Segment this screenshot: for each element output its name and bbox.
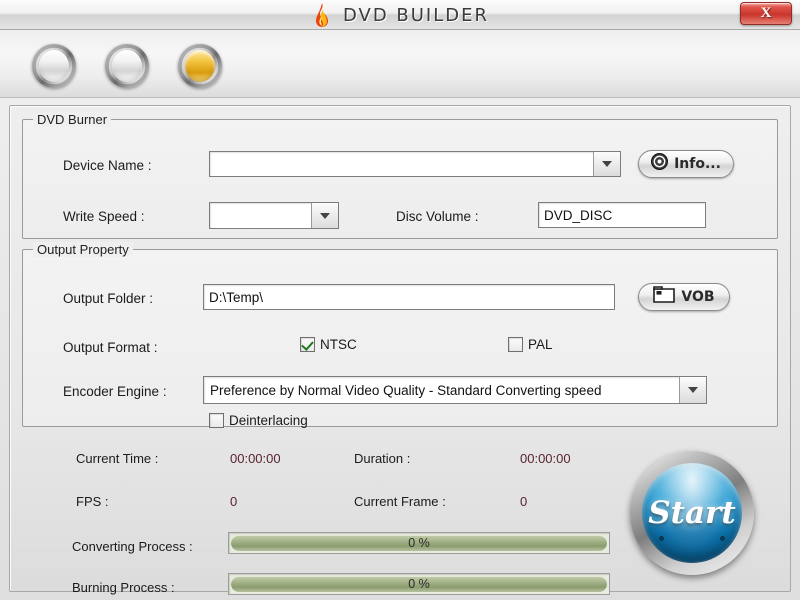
duration-label: Duration : [354, 451, 411, 466]
device-name-input[interactable] [210, 152, 593, 176]
pal-label: PAL [528, 337, 553, 352]
disc-icon [112, 50, 142, 82]
chevron-down-icon[interactable] [311, 203, 338, 228]
fps-label: FPS : [76, 494, 109, 509]
disc-icon [651, 153, 669, 175]
encoder-engine-label: Encoder Engine : [63, 384, 167, 399]
deinterlacing-label: Deinterlacing [229, 413, 308, 428]
close-button[interactable]: X [740, 2, 792, 25]
title-bar: DVD BUILDER X [0, 0, 800, 30]
start-button-label: Start [648, 495, 736, 531]
toolbar-disc-button-3[interactable] [178, 44, 222, 88]
burning-progress-text: 0 % [408, 577, 430, 591]
close-icon: X [760, 5, 772, 21]
write-speed-input[interactable] [210, 203, 311, 228]
disc-icon-active [185, 50, 215, 82]
toolbar-disc-button-2[interactable] [105, 44, 149, 88]
device-name-combo[interactable] [209, 151, 621, 177]
chevron-down-icon[interactable] [593, 152, 620, 176]
converting-progress-bar: 0 % [228, 532, 610, 554]
ntsc-label: NTSC [320, 337, 357, 352]
converting-process-label: Converting Process : [72, 539, 193, 554]
info-button-label: Info... [674, 156, 721, 172]
deinterlacing-checkbox[interactable]: Deinterlacing [209, 413, 308, 428]
output-property-legend: Output Property [33, 242, 133, 257]
device-name-label: Device Name : [63, 158, 152, 173]
toolbar-disc-button-1[interactable] [32, 44, 76, 88]
output-folder-label: Output Folder : [63, 291, 154, 306]
ntsc-checkbox[interactable]: NTSC [300, 337, 357, 352]
vob-button-label: VOB [681, 289, 715, 305]
info-button[interactable]: Info... [638, 150, 734, 178]
toolbar [0, 30, 800, 98]
window-title: DVD BUILDER [342, 4, 490, 26]
write-speed-label: Write Speed : [63, 209, 145, 224]
current-frame-label: Current Frame : [354, 494, 446, 509]
dvd-burner-group: DVD Burner Device Name : Info... Write S… [22, 112, 778, 239]
current-time-label: Current Time : [76, 451, 159, 466]
chevron-down-icon[interactable] [679, 377, 706, 403]
checkbox-icon[interactable] [300, 337, 315, 352]
dvd-builder-window: DVD BUILDER X DVD Burner Device Name : I… [0, 0, 800, 600]
fps-value: 0 [230, 494, 238, 509]
burning-progress-bar: 0 % [228, 573, 610, 595]
output-format-label: Output Format : [63, 340, 158, 355]
disc-volume-input[interactable]: DVD_DISC [538, 202, 706, 228]
screw-icon [720, 536, 725, 541]
folder-icon [653, 286, 676, 308]
output-property-group: Output Property Output Folder : D:\Temp\… [22, 242, 778, 428]
pal-checkbox[interactable]: PAL [508, 337, 553, 352]
checkbox-icon[interactable] [209, 413, 224, 428]
burning-process-label: Burning Process : [72, 580, 175, 595]
start-button[interactable]: Start [630, 451, 754, 575]
write-speed-combo[interactable] [209, 202, 339, 229]
converting-progress-text: 0 % [408, 536, 430, 550]
title-group: DVD BUILDER [0, 0, 800, 30]
disc-volume-label: Disc Volume : [396, 209, 479, 224]
checkbox-icon[interactable] [508, 337, 523, 352]
vob-browse-button[interactable]: VOB [638, 283, 730, 311]
disc-icon [39, 50, 69, 82]
encoder-engine-value[interactable]: Preference by Normal Video Quality - Sta… [204, 377, 679, 403]
dvd-burner-legend: DVD Burner [33, 112, 112, 127]
output-folder-input[interactable]: D:\Temp\ [203, 284, 615, 310]
encoder-engine-combo[interactable]: Preference by Normal Video Quality - Sta… [203, 376, 707, 404]
start-button-face: Start [642, 463, 742, 563]
current-time-value: 00:00:00 [230, 451, 281, 466]
flame-icon [311, 3, 333, 27]
current-frame-value: 0 [520, 494, 528, 509]
screw-icon [659, 536, 664, 541]
duration-value: 00:00:00 [520, 451, 571, 466]
